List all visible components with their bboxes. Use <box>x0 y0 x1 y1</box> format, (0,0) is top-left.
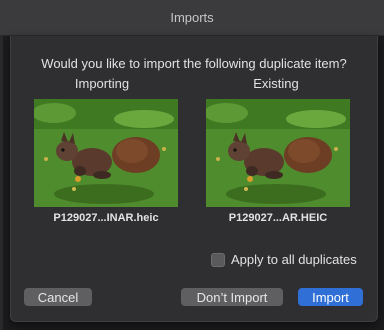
cancel-button[interactable]: Cancel <box>24 288 92 306</box>
dialog-question: Would you like to import the following d… <box>41 56 347 71</box>
importing-header: Importing <box>74 76 130 91</box>
apply-to-all-checkbox[interactable] <box>211 252 225 267</box>
duplicate-import-dialog: Would you like to import the following d… <box>10 36 378 322</box>
existing-thumbnail <box>206 99 350 207</box>
dont-import-button[interactable]: Don’t Import <box>181 288 283 306</box>
import-button[interactable]: Import <box>298 288 363 306</box>
importing-filename: P129027...INAR.heic <box>53 212 159 224</box>
squirrel-photo-image <box>206 99 350 207</box>
existing-filename: P129027...AR.HEIC <box>228 212 328 224</box>
importing-thumbnail <box>34 99 178 207</box>
squirrel-photo-image <box>34 99 178 207</box>
apply-to-all-label: Apply to all duplicates <box>231 252 357 267</box>
window-title: Imports <box>170 10 214 25</box>
window-titlebar: Imports <box>0 0 384 36</box>
apply-to-all-row[interactable]: Apply to all duplicates <box>211 252 357 267</box>
existing-header: Existing <box>253 76 299 91</box>
background-edge <box>0 36 3 330</box>
